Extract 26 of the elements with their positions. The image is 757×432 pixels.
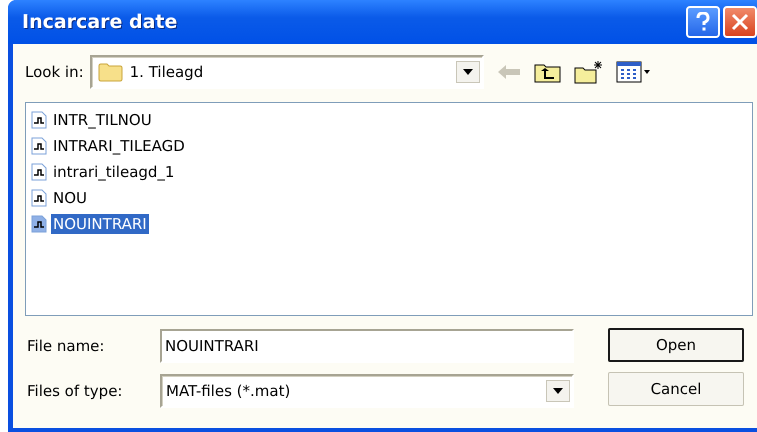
open-button[interactable]: Open — [608, 328, 744, 362]
file-name-field[interactable]: NOUINTRARI — [160, 329, 574, 363]
file-item[interactable]: NOUINTRARI — [30, 211, 748, 237]
file-item[interactable]: intrari_tileagd_1 — [30, 159, 748, 185]
look-in-label: Look in: — [25, 63, 84, 81]
file-icon — [30, 188, 48, 208]
help-button[interactable] — [686, 6, 720, 38]
folder-icon — [98, 62, 124, 82]
cancel-button[interactable]: Cancel — [608, 372, 744, 406]
close-button[interactable] — [723, 6, 757, 38]
file-icon — [30, 136, 48, 156]
file-item[interactable]: INTRARI_TILEAGD — [30, 133, 748, 159]
new-folder-icon[interactable] — [574, 60, 604, 84]
file-icon — [30, 110, 48, 130]
question-mark-icon — [695, 12, 711, 32]
file-icon — [30, 162, 48, 182]
file-name-label: File name: — [26, 337, 106, 355]
close-icon — [731, 13, 749, 31]
look-in-dropdown[interactable]: 1. Tileagd — [90, 55, 484, 89]
file-type-dropdown[interactable]: MAT-files (*.mat) — [160, 374, 574, 408]
file-type-label: Files of type: — [26, 382, 124, 400]
window-title: Incarcare date — [22, 11, 178, 33]
file-item[interactable]: INTR_TILNOU — [30, 107, 748, 133]
file-item[interactable]: NOU — [30, 185, 748, 211]
view-menu-icon[interactable] — [616, 61, 652, 83]
file-icon — [30, 214, 48, 234]
